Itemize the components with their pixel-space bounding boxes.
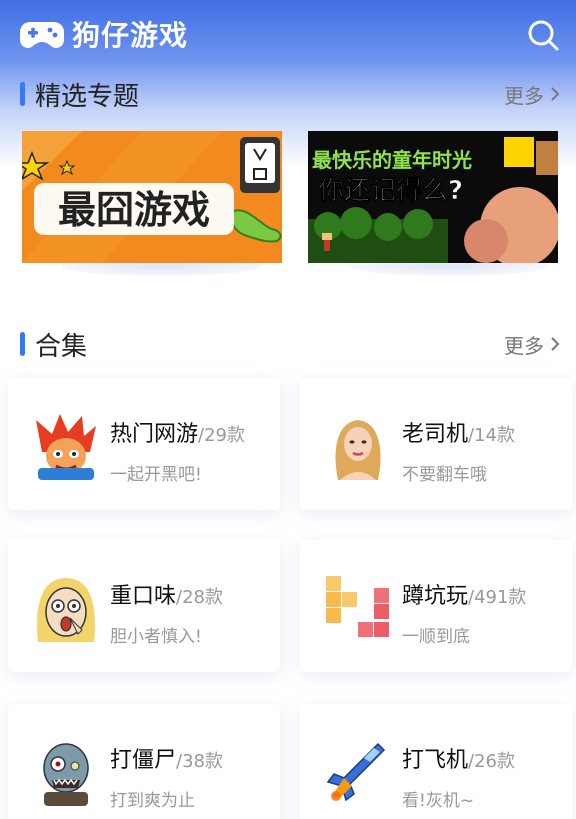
banner-childhood-text-2: 你还记得么? xyxy=(317,176,463,206)
banner-childhood-games[interactable]: 最快乐的童年时光 你还记得么? xyxy=(308,131,558,263)
zombie-icon xyxy=(43,743,89,806)
collection-name-line: 蹲坑玩/491款 xyxy=(402,578,526,610)
banner-zuijiong-image: 最囧游戏 xyxy=(22,131,282,263)
gamepad-icon xyxy=(20,22,64,48)
collection-card-heavy-taste[interactable]: 重口味/28款 胆小者慎入! xyxy=(8,540,280,672)
featured-section-header: 精选专题 更多 xyxy=(20,76,560,112)
banner-childhood-text-1: 最快乐的童年时光 xyxy=(312,148,472,172)
app-logo: 狗仔游戏 xyxy=(20,14,188,54)
old-driver-thumb xyxy=(324,412,392,480)
zombies-thumb xyxy=(32,738,100,806)
featured-title: 精选专题 xyxy=(20,76,139,113)
fighter-jet-icon xyxy=(324,738,392,806)
chevron-right-icon xyxy=(551,87,560,101)
app-title: 狗仔游戏 xyxy=(72,19,189,52)
collection-name: 热门网游 xyxy=(110,422,199,447)
woman-portrait-icon xyxy=(335,420,381,480)
featured-title-text: 精选专题 xyxy=(35,81,140,112)
collection-card-zombies[interactable]: 打僵尸/38款 打到爽为止 xyxy=(8,704,280,819)
collection-card-old-driver[interactable]: 老司机/14款 不要翻车哦 xyxy=(300,378,572,510)
banner-childhood-image: 最快乐的童年时光 你还记得么? xyxy=(308,131,558,263)
squat-play-thumb xyxy=(324,574,392,642)
collection-count: /28款 xyxy=(176,587,223,608)
hot-online-thumb xyxy=(32,412,100,480)
collection-name: 打僵尸 xyxy=(110,748,177,773)
banner-zuijiong-text: 最囧游戏 xyxy=(58,188,210,232)
collection-count: /491款 xyxy=(468,587,527,608)
collection-card-squat-play[interactable]: 蹲坑玩/491款 一顺到底 xyxy=(300,540,572,672)
collection-name: 老司机 xyxy=(402,422,469,447)
collection-name-line: 老司机/14款 xyxy=(402,416,515,448)
collection-desc: 打到爽为止 xyxy=(110,791,195,811)
collection-name: 打飞机 xyxy=(402,748,469,773)
collection-name-line: 重口味/28款 xyxy=(110,578,223,610)
collection-name: 重口味 xyxy=(110,584,177,609)
collection-card-hot-online[interactable]: 热门网游/29款 一起开黑吧! xyxy=(8,378,280,510)
section-accent-bar xyxy=(20,332,25,356)
collection-count: /38款 xyxy=(176,751,223,772)
collection-count: /29款 xyxy=(198,425,245,446)
collection-count: /14款 xyxy=(468,425,515,446)
collection-card-planes[interactable]: 打飞机/26款 看!灰机~ xyxy=(300,704,572,819)
collection-name: 蹲坑玩 xyxy=(402,584,469,609)
collection-count: /26款 xyxy=(468,751,515,772)
planes-thumb xyxy=(324,738,392,806)
collections-more-label: 更多 xyxy=(504,333,544,358)
collections-title: 合集 xyxy=(20,326,87,363)
collections-more-link[interactable]: 更多 xyxy=(504,330,560,359)
collection-name-line: 打僵尸/38款 xyxy=(110,742,223,774)
tetris-blocks-icon xyxy=(326,576,389,637)
scared-face-icon xyxy=(37,578,95,642)
collection-desc: 不要翻车哦 xyxy=(402,465,487,485)
fire-warrior-icon xyxy=(36,414,96,480)
collection-desc: 一顺到底 xyxy=(402,627,470,647)
collection-name-line: 热门网游/29款 xyxy=(110,416,245,448)
featured-more-link[interactable]: 更多 xyxy=(504,80,560,109)
banner-zuijiong-game[interactable]: 最囧游戏 xyxy=(22,131,282,263)
featured-more-label: 更多 xyxy=(504,83,544,108)
chevron-right-icon xyxy=(551,337,560,351)
collections-section-header: 合集 更多 xyxy=(20,326,560,362)
collection-desc: 看!灰机~ xyxy=(402,791,475,811)
search-icon[interactable] xyxy=(526,18,560,52)
collection-name-line: 打飞机/26款 xyxy=(402,742,515,774)
app-header: 狗仔游戏 xyxy=(0,0,576,70)
collection-desc: 一起开黑吧! xyxy=(110,465,202,485)
collections-title-text: 合集 xyxy=(35,331,88,362)
collection-desc: 胆小者慎入! xyxy=(110,627,202,647)
section-accent-bar xyxy=(20,82,25,106)
heavy-taste-thumb xyxy=(32,574,100,642)
